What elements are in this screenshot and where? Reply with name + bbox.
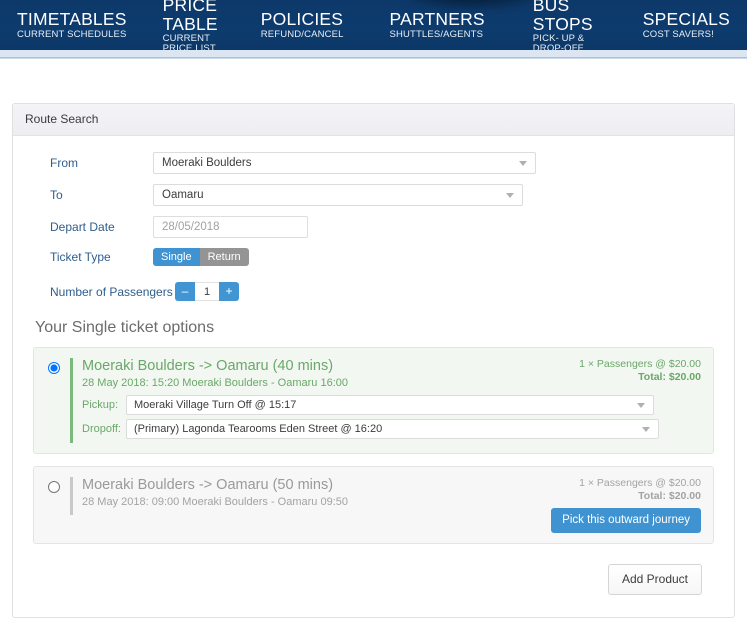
page-content: Route Search From Moeraki Boulders To Oa… — [0, 59, 747, 618]
top-navigation-bar: TIMETABLES CURRENT SCHEDULES PRICE TABLE… — [0, 0, 747, 50]
ticket-option-1-pickup-row: Pickup: Moeraki Village Turn Off @ 15:17 — [82, 395, 703, 415]
ticket-option-1-dropoff-select[interactable]: (Primary) Lagonda Tearooms Eden Street @… — [126, 419, 659, 439]
form-row-ticket-type: Ticket Type Single Return — [25, 248, 722, 266]
route-search-panel: Route Search From Moeraki Boulders To Oa… — [12, 103, 735, 618]
ticket-option-card-1[interactable]: 1 × Passengers @ $20.00 Total: $20.00 Mo… — [33, 347, 714, 454]
pick-outward-journey-button[interactable]: Pick this outward journey — [551, 508, 701, 533]
nav-accent-strip — [0, 50, 747, 58]
ticket-type-return-button[interactable]: Return — [199, 248, 249, 266]
form-row-to: To Oamaru — [25, 184, 722, 206]
passengers-label: Number of Passengers — [50, 284, 173, 299]
ticket-option-card-2[interactable]: 1 × Passengers @ $20.00 Total: $20.00 Mo… — [33, 466, 714, 544]
passenger-increment-button[interactable]: + — [219, 282, 239, 301]
passenger-decrement-button[interactable]: – — [175, 282, 195, 301]
nav-item-bus-stops-title: BUS STOPS — [532, 0, 593, 34]
ticket-option-1-dropoff-label: Dropoff: — [82, 423, 121, 435]
nav-item-partners[interactable]: PARTNERS SHUTTLES/AGENTS — [381, 10, 494, 39]
nav-item-partners-title: PARTNERS — [389, 9, 485, 30]
nav-item-bus-stops-subtitle: PICK- UP & DROP-OFF — [532, 32, 585, 50]
ticket-option-1-radio[interactable] — [48, 362, 60, 374]
ticket-option-1-accent-bar — [70, 358, 73, 443]
from-select[interactable]: Moeraki Boulders — [153, 152, 536, 174]
ticket-options-title: Your Single ticket options — [35, 319, 215, 336]
route-search-panel-heading: Route Search — [13, 104, 734, 136]
ticket-option-1-total-line: Total: $20.00 — [638, 371, 701, 384]
ticket-option-1-price-line: 1 × Passengers @ $20.00 — [579, 358, 701, 370]
depart-date-input[interactable] — [153, 216, 308, 238]
from-select-wrapper: Moeraki Boulders — [153, 152, 536, 174]
nav-item-price-table-title: PRICE TABLE — [162, 0, 218, 34]
nav-item-timetables[interactable]: TIMETABLES CURRENT SCHEDULES — [8, 10, 136, 39]
ticket-option-1-price-box: 1 × Passengers @ $20.00 Total: $20.00 — [579, 358, 701, 384]
to-select-wrapper: Oamaru — [153, 184, 523, 206]
nav-item-specials-subtitle: COST SAVERS! — [642, 28, 714, 40]
ticket-option-1-dropoff-wrapper: (Primary) Lagonda Tearooms Eden Street @… — [126, 419, 659, 439]
nav-item-price-table[interactable]: PRICE TABLE CURRENT PRICE LIST — [154, 0, 228, 50]
nav-item-timetables-title: TIMETABLES — [17, 9, 127, 30]
ticket-option-1-pickup-select[interactable]: Moeraki Village Turn Off @ 15:17 — [126, 395, 654, 415]
ticket-option-2-price-box: 1 × Passengers @ $20.00 Total: $20.00 — [579, 477, 701, 503]
nav-items-container: TIMETABLES CURRENT SCHEDULES PRICE TABLE… — [0, 0, 747, 50]
ticket-type-toggle-group: Single Return — [153, 248, 249, 266]
ticket-type-label: Ticket Type — [50, 250, 111, 264]
ticket-option-2-total-line: Total: $20.00 — [638, 490, 701, 503]
panel-heading-text: Route Search — [25, 112, 99, 126]
nav-item-policies[interactable]: POLICIES REFUND/CANCEL — [252, 10, 353, 39]
ticket-option-2-radio[interactable] — [48, 481, 60, 493]
ticket-option-2-price-line: 1 × Passengers @ $20.00 — [579, 477, 701, 489]
add-product-button[interactable]: Add Product — [607, 564, 702, 595]
nav-item-bus-stops[interactable]: BUS STOPS PICK- UP & DROP-OFF — [524, 0, 602, 50]
nav-item-specials-title: SPECIALS — [642, 9, 730, 30]
nav-item-policies-subtitle: REFUND/CANCEL — [260, 28, 344, 40]
form-row-from: From Moeraki Boulders — [25, 152, 722, 174]
nav-item-partners-subtitle: SHUTTLES/AGENTS — [389, 28, 484, 40]
route-search-panel-body: From Moeraki Boulders To Oamaru Depart D… — [13, 136, 734, 617]
to-select[interactable]: Oamaru — [153, 184, 523, 206]
form-row-passengers: Number of Passengers – + — [25, 282, 722, 301]
ticket-type-single-button[interactable]: Single — [153, 248, 200, 266]
nav-item-price-table-subtitle: CURRENT PRICE LIST — [162, 32, 216, 50]
form-row-depart-date: Depart Date — [25, 216, 722, 238]
nav-item-timetables-subtitle: CURRENT SCHEDULES — [17, 28, 127, 40]
ticket-option-1-pickup-wrapper: Moeraki Village Turn Off @ 15:17 — [126, 395, 654, 415]
to-label: To — [50, 188, 63, 202]
depart-date-label: Depart Date — [50, 220, 115, 234]
passenger-count-input[interactable] — [195, 282, 219, 301]
panel-footer: Add Product — [25, 556, 722, 607]
nav-item-specials[interactable]: SPECIALS COST SAVERS! — [634, 10, 739, 39]
ticket-option-2-accent-bar — [70, 477, 73, 515]
ticket-option-1-pickup-label: Pickup: — [82, 399, 119, 411]
nav-item-policies-title: POLICIES — [260, 9, 344, 30]
ticket-option-1-dropoff-row: Dropoff: (Primary) Lagonda Tearooms Eden… — [82, 419, 703, 439]
from-label: From — [50, 156, 78, 170]
passenger-stepper: – + — [175, 282, 239, 301]
